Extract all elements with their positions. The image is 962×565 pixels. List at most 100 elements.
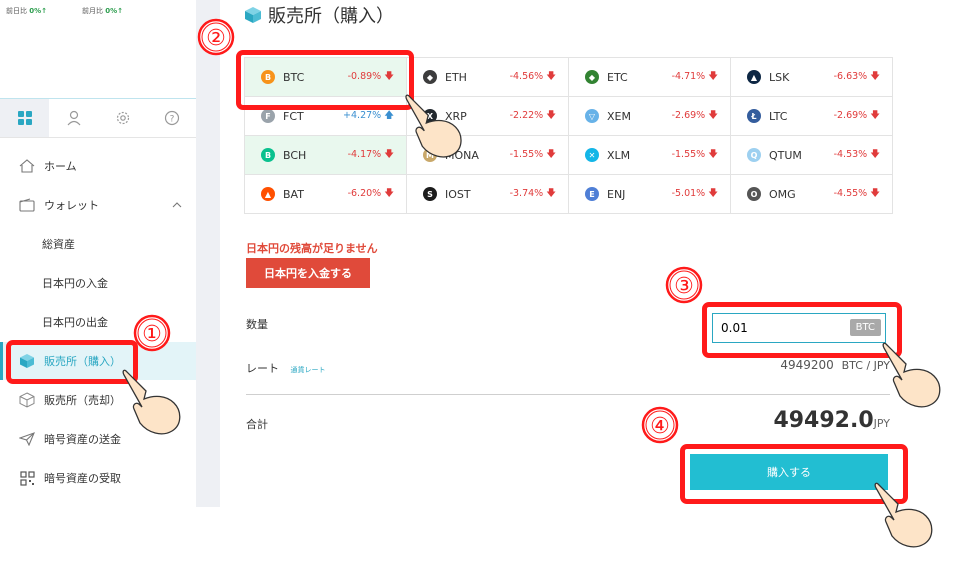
coin-name: LSK bbox=[769, 70, 790, 84]
coin-change-value: -2.69% bbox=[671, 110, 706, 121]
arrow-down-icon: 🡇 bbox=[870, 188, 880, 199]
coin-cell-content: O OMG -4.55% 🡇 bbox=[731, 175, 892, 213]
arrow-down-icon: 🡇 bbox=[708, 71, 718, 82]
coin-change: -3.74% 🡇 bbox=[501, 186, 568, 202]
coin-change-value: -2.22% bbox=[509, 110, 544, 121]
coin-name: XEM bbox=[607, 109, 631, 123]
xlm-coin-icon: ✕ bbox=[585, 148, 599, 162]
arrow-up-icon: 🡅 bbox=[384, 110, 394, 121]
coin-name: BCH bbox=[283, 148, 307, 162]
gear-icon[interactable] bbox=[98, 99, 147, 137]
coin-name: FCT bbox=[283, 109, 304, 123]
coin-cell-content: Ł LTC -2.69% 🡇 bbox=[731, 97, 892, 135]
sidebar-item-label: ホーム bbox=[44, 160, 77, 173]
arrow-down-icon: 🡇 bbox=[870, 71, 880, 82]
total-value: 49492.0JPY bbox=[773, 408, 890, 433]
user-icon[interactable] bbox=[49, 99, 98, 137]
coin-name: ETC bbox=[607, 70, 628, 84]
coin-cell-iost[interactable]: S IOST -3.74% 🡇 bbox=[406, 174, 569, 214]
coin-cell-etc[interactable]: ◆ ETC -4.71% 🡇 bbox=[568, 57, 731, 97]
sidebar-item-label: 暗号資産の送金 bbox=[44, 433, 121, 446]
coin-cell-qtum[interactable]: Q QTUM -4.53% 🡇 bbox=[730, 135, 893, 175]
sidebar-item-jpy-deposit[interactable]: 日本円の入金 bbox=[0, 264, 196, 302]
eth-coin-icon: ◆ bbox=[423, 70, 437, 84]
day-change-stat: 前日比 0%↑ bbox=[6, 7, 47, 15]
total-label: 合計 bbox=[246, 418, 268, 431]
coin-change: -6.20% 🡇 bbox=[339, 186, 406, 202]
arrow-down-icon: 🡇 bbox=[546, 110, 556, 121]
arrow-down-icon: 🡇 bbox=[708, 110, 718, 121]
coin-change-value: -4.53% bbox=[833, 149, 868, 160]
coin-name: OMG bbox=[769, 187, 796, 201]
pointing-hand-icon bbox=[874, 482, 933, 548]
coin-cell-bch[interactable]: B BCH -4.17% 🡇 bbox=[244, 135, 407, 175]
coin-cell-content: E ENJ -5.01% 🡇 bbox=[569, 175, 730, 213]
chevron-up-icon[interactable] bbox=[172, 199, 182, 212]
coin-change: +4.27% 🡅 bbox=[339, 108, 406, 124]
step-number-1: ① bbox=[133, 314, 171, 352]
sidebar-item-label: 販売所（売却） bbox=[44, 394, 121, 407]
coin-change-value: -6.63% bbox=[833, 71, 868, 82]
arrow-down-icon: 🡇 bbox=[708, 149, 718, 160]
coin-cell-lsk[interactable]: ▲ LSK -6.63% 🡇 bbox=[730, 57, 893, 97]
grid-icon[interactable] bbox=[0, 99, 49, 137]
coin-name: XLM bbox=[607, 148, 631, 162]
step-number-4: ④ bbox=[641, 406, 679, 444]
iost-coin-icon: S bbox=[423, 187, 437, 201]
highlight-box-3 bbox=[702, 302, 902, 358]
cube-outline-icon bbox=[18, 391, 36, 409]
coin-name: BAT bbox=[283, 187, 304, 201]
qr-icon bbox=[18, 469, 36, 487]
fct-coin-icon: F bbox=[261, 109, 275, 123]
home-icon bbox=[18, 157, 36, 175]
coin-name: ENJ bbox=[607, 187, 626, 201]
sidebar-item-wallet[interactable]: ウォレット bbox=[0, 186, 196, 224]
sidebar-item-label: 日本円の入金 bbox=[42, 277, 108, 290]
total-number: 49492.0 bbox=[773, 408, 874, 433]
arrow-down-icon: 🡇 bbox=[384, 149, 394, 160]
sidebar-item-label: 日本円の出金 bbox=[42, 316, 108, 329]
coin-cell-bat[interactable]: ▲ BAT -6.20% 🡇 bbox=[244, 174, 407, 214]
coin-cell-xlm[interactable]: ✕ XLM -1.55% 🡇 bbox=[568, 135, 731, 175]
coin-cell-ltc[interactable]: Ł LTC -2.69% 🡇 bbox=[730, 96, 893, 136]
quantity-label: 数量 bbox=[246, 318, 268, 331]
coin-change: -1.55% 🡇 bbox=[501, 147, 568, 163]
qtum-coin-icon: Q bbox=[747, 148, 761, 162]
arrow-down-icon: 🡇 bbox=[870, 149, 880, 160]
sidebar-item-total-assets[interactable]: 総資産 bbox=[0, 225, 196, 263]
coin-change-value: -3.74% bbox=[509, 188, 544, 199]
arrow-down-icon: 🡇 bbox=[546, 149, 556, 160]
step-number-2-label: ② bbox=[206, 26, 226, 51]
highlight-box-1 bbox=[6, 340, 138, 384]
coin-cell-content: ▲ LSK -6.63% 🡇 bbox=[731, 58, 892, 96]
wallet-icon bbox=[18, 196, 36, 214]
coin-change: -5.01% 🡇 bbox=[663, 186, 730, 202]
sidebar-item-receive[interactable]: 暗号資産の受取 bbox=[0, 459, 196, 497]
help-icon[interactable]: ? bbox=[147, 99, 196, 137]
coin-change: -4.55% 🡇 bbox=[825, 186, 892, 202]
coin-change: -1.55% 🡇 bbox=[663, 147, 730, 163]
coin-cell-xem[interactable]: ▽ XEM -2.69% 🡇 bbox=[568, 96, 731, 136]
coin-change-value: -6.20% bbox=[347, 188, 382, 199]
sidebar-item-home[interactable]: ホーム bbox=[0, 147, 196, 185]
bat-coin-icon: ▲ bbox=[261, 187, 275, 201]
send-icon bbox=[18, 430, 36, 448]
coin-change-value: -4.71% bbox=[671, 71, 706, 82]
currency-rate-link[interactable]: 通貨レート bbox=[291, 366, 326, 374]
deposit-jpy-button[interactable]: 日本円を入金する bbox=[246, 258, 370, 288]
coin-change: -2.22% 🡇 bbox=[501, 108, 568, 124]
coin-change-value: -4.56% bbox=[509, 71, 544, 82]
coin-change-value: -1.55% bbox=[509, 149, 544, 160]
coin-cell-enj[interactable]: E ENJ -5.01% 🡇 bbox=[568, 174, 731, 214]
bch-coin-icon: B bbox=[261, 148, 275, 162]
sidebar-item-label: ウォレット bbox=[44, 199, 99, 212]
sidebar-item-label: 暗号資産の受取 bbox=[44, 472, 121, 485]
page-title-text: 販売所（購入） bbox=[268, 6, 394, 27]
coin-cell-content: ◆ ETC -4.71% 🡇 bbox=[569, 58, 730, 96]
coin-change: -4.53% 🡇 bbox=[825, 147, 892, 163]
pointing-hand-icon bbox=[122, 369, 181, 435]
arrow-down-icon: 🡇 bbox=[708, 188, 718, 199]
coin-change-value: -5.01% bbox=[671, 188, 706, 199]
coin-cell-omg[interactable]: O OMG -4.55% 🡇 bbox=[730, 174, 893, 214]
coin-change-value: -2.69% bbox=[833, 110, 868, 121]
